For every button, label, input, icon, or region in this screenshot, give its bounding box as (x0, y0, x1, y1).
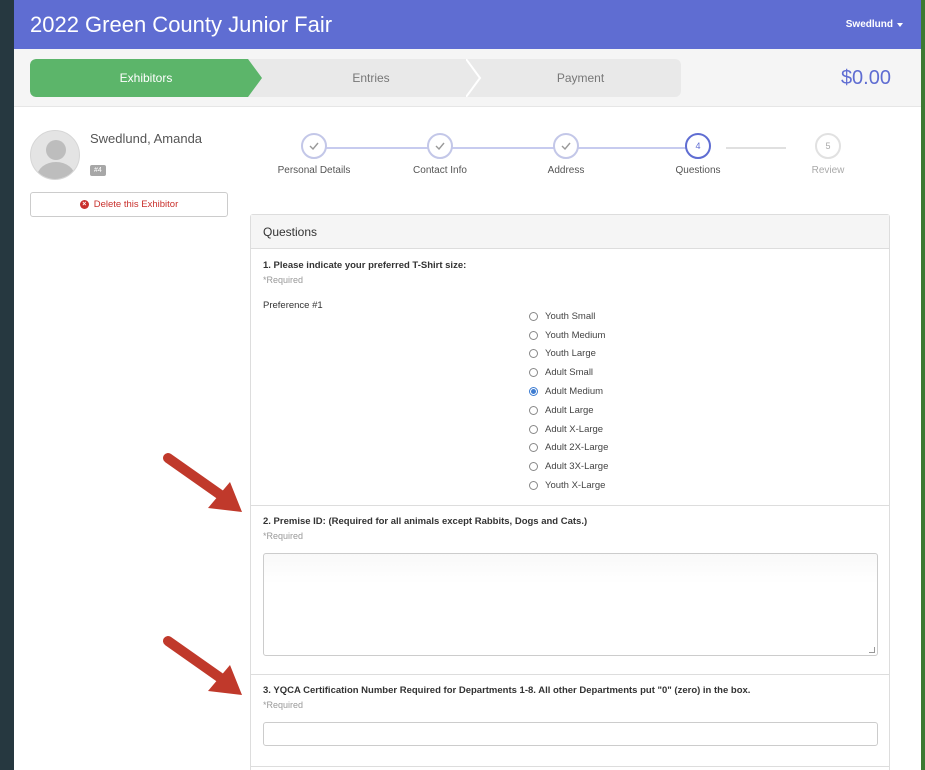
check-icon (427, 133, 453, 159)
tshirt-size-options: Youth Small Youth Medium Youth Large Adu… (529, 307, 608, 495)
caret-down-icon (897, 23, 903, 27)
check-icon (553, 133, 579, 159)
radio-option[interactable]: Youth Large (529, 345, 608, 364)
remove-circle-icon: × (79, 200, 89, 209)
radio-option-selected[interactable]: Adult Medium (529, 382, 608, 401)
question-premise-id: 2. Premise ID: (Required for all animals… (263, 516, 588, 541)
step-number: 5 (815, 133, 841, 159)
user-name: Swedlund (845, 19, 893, 30)
premise-id-textarea[interactable] (263, 553, 878, 656)
arrow-pointer-icon (163, 636, 242, 695)
questions-panel: Questions 1. Please indicate your prefer… (250, 214, 890, 770)
app-window: 2022 Green County Junior Fair Swedlund E… (14, 0, 921, 770)
exhibitor-badge: #4 (90, 165, 106, 176)
progress-step-address[interactable]: Address (516, 133, 616, 176)
wizard-step-exhibitors[interactable]: Exhibitors (30, 59, 262, 97)
resize-handle-icon[interactable] (869, 647, 875, 653)
wizard-step-payment[interactable]: Payment (480, 59, 681, 97)
question-yqca: 3. YQCA Certification Number Required fo… (263, 685, 751, 710)
app-title[interactable]: 2022 Green County Junior Fair (30, 12, 332, 38)
check-icon (301, 133, 327, 159)
divider (251, 674, 889, 675)
progress-step-review[interactable]: 5 Review (778, 133, 878, 176)
progress-step-contact-info[interactable]: Contact Info (390, 133, 490, 176)
exhibitor-name: Swedlund, Amanda (90, 131, 203, 146)
panel-title: Questions (251, 215, 889, 249)
progress-step-personal-details[interactable]: Personal Details (264, 133, 364, 176)
radio-option[interactable]: Adult 2X-Large (529, 439, 608, 458)
step-number: 4 (685, 133, 711, 159)
radio-option[interactable]: Adult X-Large (529, 420, 608, 439)
yqca-number-input[interactable] (263, 722, 878, 746)
radio-option[interactable]: Youth Small (529, 307, 608, 326)
top-navbar: 2022 Green County Junior Fair Swedlund (14, 0, 921, 49)
radio-option[interactable]: Adult 3X-Large (529, 457, 608, 476)
delete-exhibitor-button[interactable]: × Delete this Exhibitor (30, 192, 228, 217)
wizard-step-entries[interactable]: Entries (262, 59, 480, 97)
progress-step-questions[interactable]: 4 Questions (648, 133, 748, 176)
progress-line (314, 147, 696, 149)
radio-option[interactable]: Youth X-Large (529, 476, 608, 495)
user-menu[interactable]: Swedlund (846, 19, 903, 30)
arrow-pointer-icon (163, 453, 242, 512)
radio-option[interactable]: Adult Large (529, 401, 608, 420)
wizard-steps: Exhibitors Entries Payment (30, 59, 681, 97)
question-tshirt: 1. Please indicate your preferred T-Shir… (263, 260, 467, 285)
registration-progress: Personal Details Contact Info Address 4 … (254, 133, 874, 183)
avatar (30, 130, 80, 180)
radio-option[interactable]: Youth Medium (529, 326, 608, 345)
preference-label: Preference #1 (263, 300, 323, 311)
cart-total: $0.00 (840, 67, 891, 89)
divider (251, 766, 889, 767)
checkout-stepbar: Exhibitors Entries Payment $0.00 (14, 49, 921, 107)
radio-option[interactable]: Adult Small (529, 363, 608, 382)
divider (251, 505, 889, 506)
